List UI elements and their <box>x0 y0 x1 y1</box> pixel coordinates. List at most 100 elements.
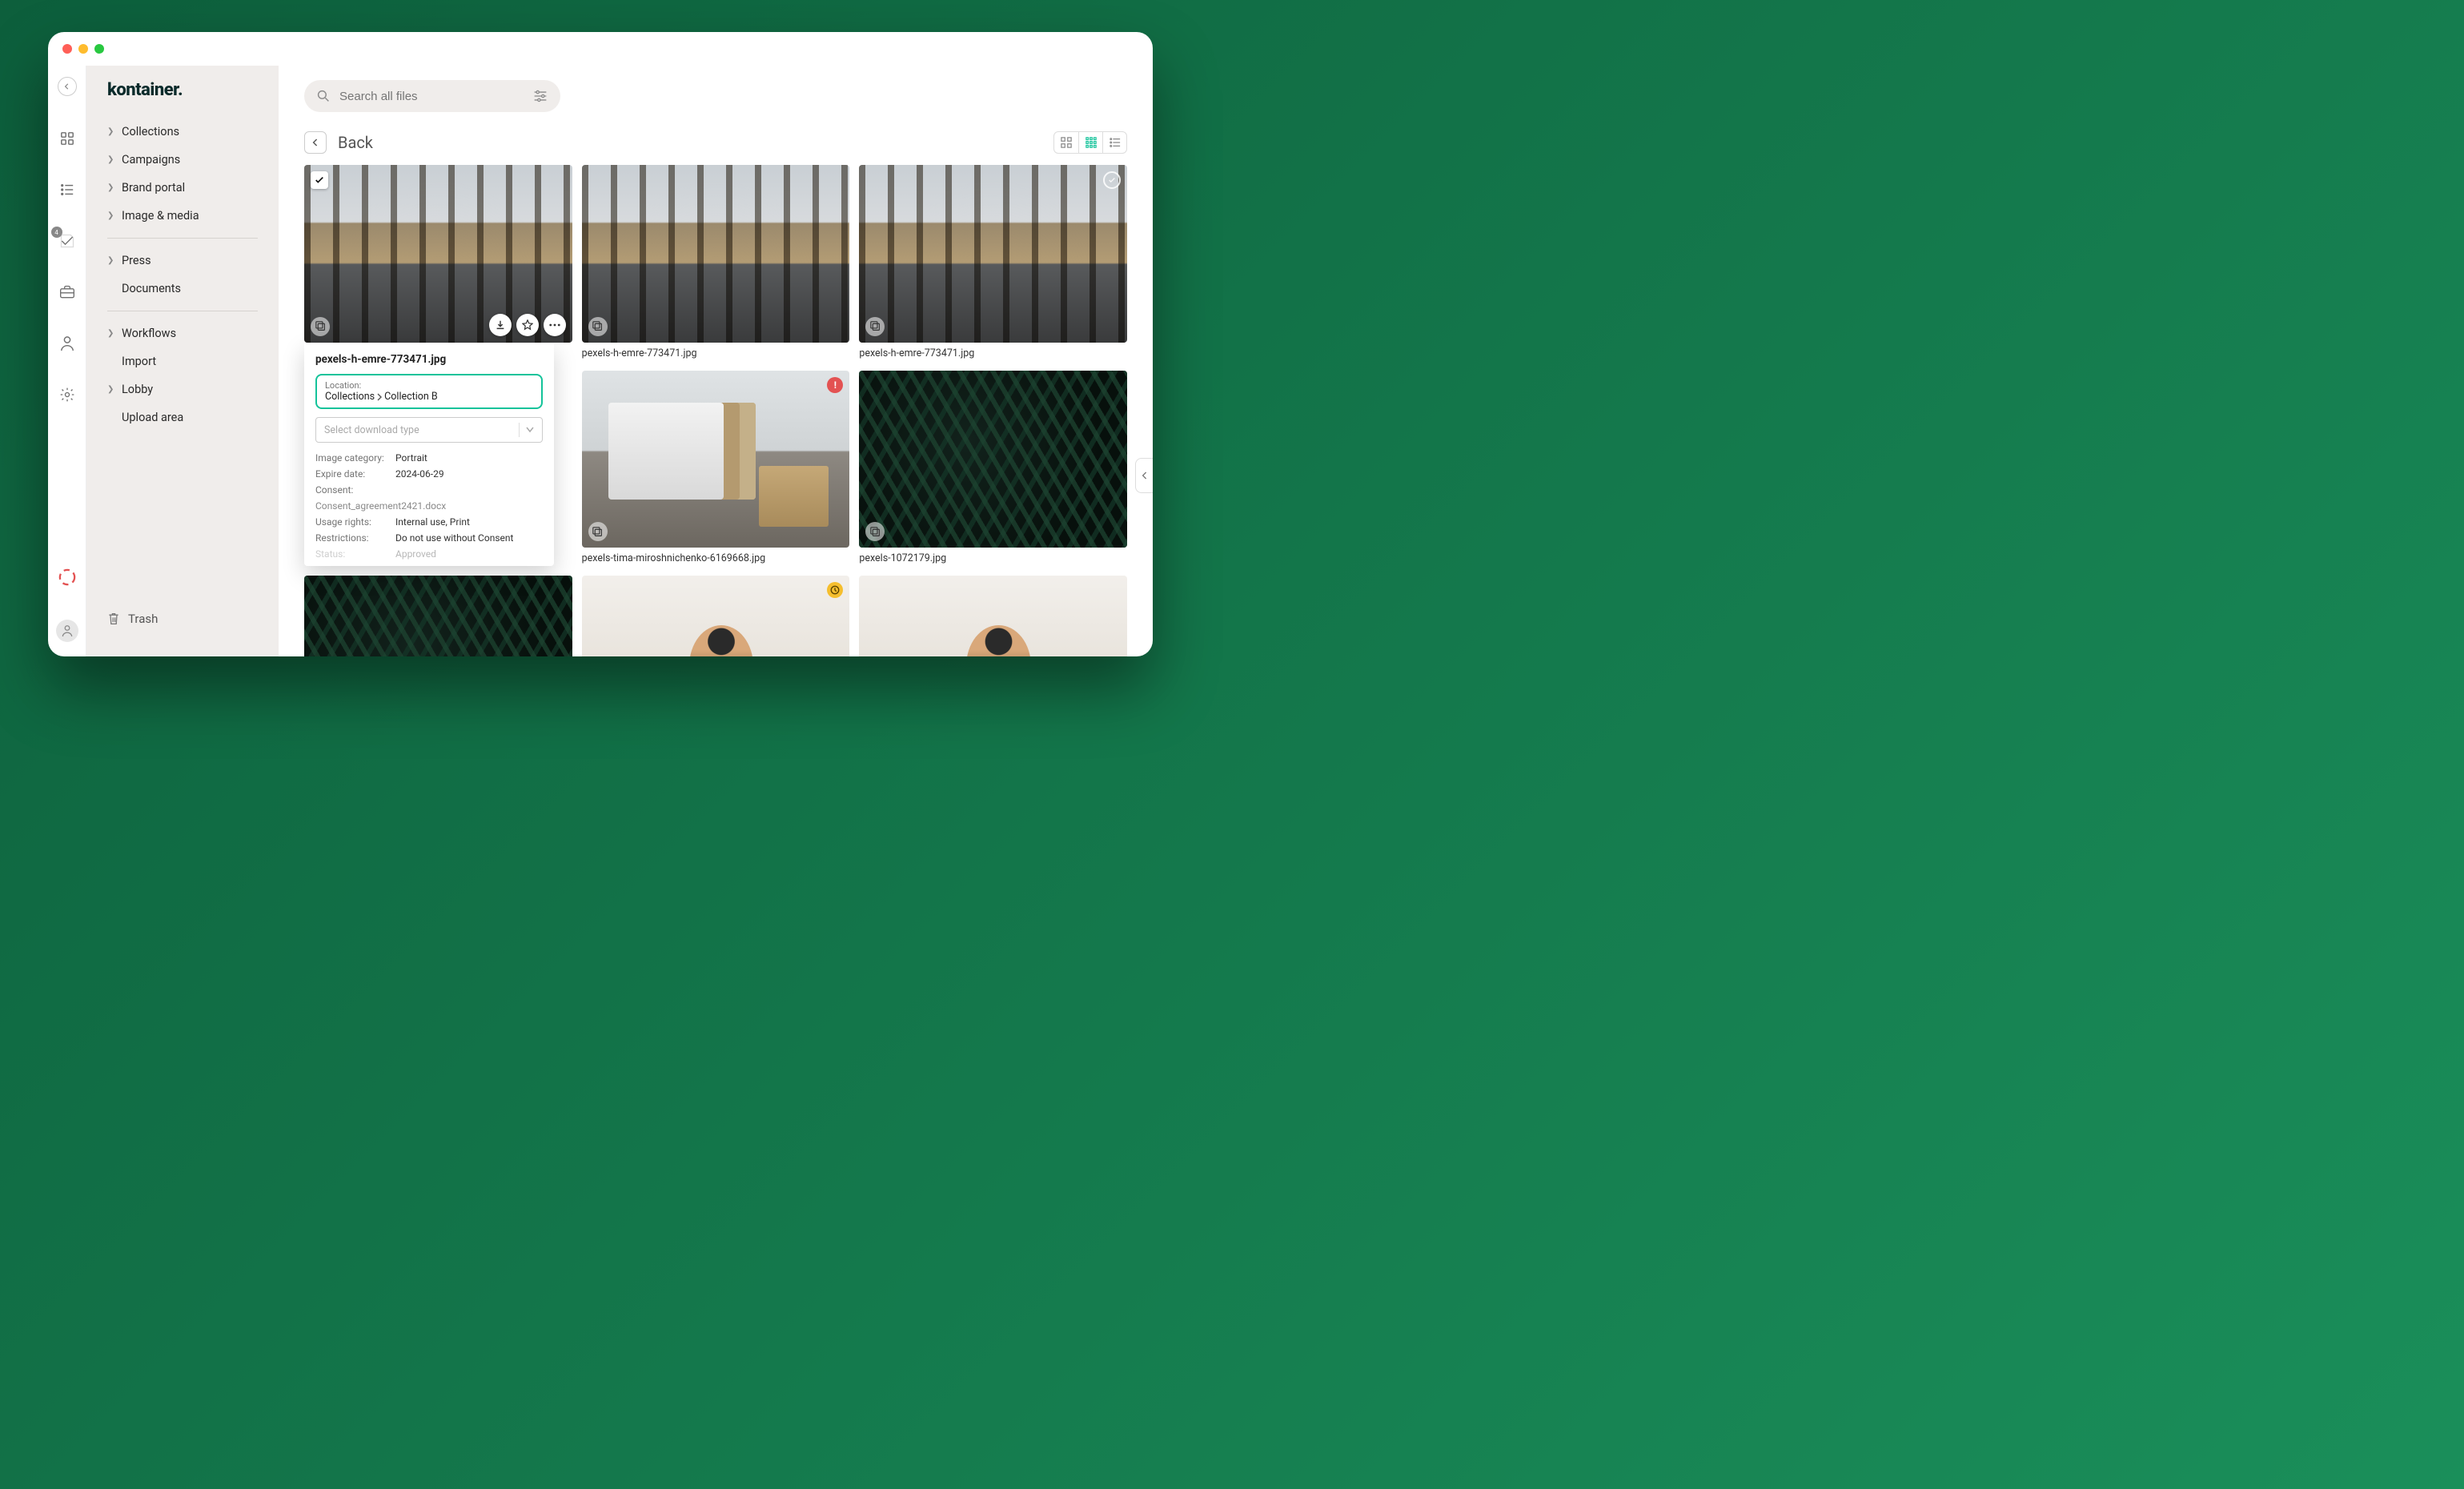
asset-thumbnail[interactable] <box>304 576 572 656</box>
asset-card[interactable] <box>304 576 572 656</box>
nav-brand-portal[interactable]: ❯Brand portal <box>93 174 272 202</box>
window-close-dot[interactable] <box>62 44 72 54</box>
asset-card[interactable]: ! pexels-tima-miroshnichenko-6169668.jpg <box>582 371 850 565</box>
asset-card[interactable]: pexels-h-emre-773471.jpg pexels-h-emre-7… <box>304 165 572 359</box>
app-window: 4 kontainer. <box>48 32 1153 656</box>
asset-card[interactable] <box>859 576 1127 656</box>
location-label: Location: <box>325 380 533 391</box>
stack-icon[interactable] <box>865 522 885 541</box>
download-button[interactable] <box>489 314 512 336</box>
trash-icon <box>107 612 120 626</box>
nav-documents[interactable]: ❯Documents <box>93 275 272 303</box>
window-titlebar <box>48 32 1153 66</box>
stack-icon[interactable] <box>311 317 330 336</box>
nav-trash[interactable]: Trash <box>86 596 279 642</box>
more-button[interactable] <box>544 314 566 336</box>
asset-grid: pexels-h-emre-773471.jpg pexels-h-emre-7… <box>304 165 1127 656</box>
account-avatar[interactable] <box>56 620 78 642</box>
asset-card[interactable]: pexels-1072179.jpg <box>859 371 1127 565</box>
search-input[interactable] <box>338 89 525 104</box>
asset-thumbnail[interactable] <box>859 165 1127 343</box>
asset-thumbnail[interactable] <box>859 371 1127 548</box>
nav-label: Collections <box>122 125 179 138</box>
rail-back-button[interactable] <box>58 77 77 96</box>
nav-campaigns[interactable]: ❯Campaigns <box>93 146 272 174</box>
nav-label: Brand portal <box>122 181 185 195</box>
asset-filename: pexels-h-emre-773471.jpg <box>859 343 1127 359</box>
nav-image-media[interactable]: ❯Image & media <box>93 202 272 230</box>
brand-logo: kontainer. <box>86 80 279 118</box>
user-icon[interactable] <box>58 335 76 352</box>
asset-thumbnail[interactable] <box>582 165 850 343</box>
select-placeholder: Select download type <box>324 424 419 436</box>
chevron-right-icon <box>376 393 383 401</box>
asset-card[interactable]: pexels-h-emre-773471.jpg <box>859 165 1127 359</box>
search-field[interactable] <box>304 80 560 112</box>
location-path[interactable]: Collections Collection B <box>325 391 533 403</box>
asset-card[interactable] <box>582 576 850 656</box>
nav-import[interactable]: ❯Import <box>93 347 272 375</box>
favorite-button[interactable] <box>516 314 539 336</box>
view-grid-small[interactable] <box>1078 132 1102 153</box>
trash-label: Trash <box>128 612 158 626</box>
back-button[interactable] <box>304 131 327 154</box>
nav-separator <box>107 238 258 239</box>
nav-label: Workflows <box>122 327 176 340</box>
download-type-select[interactable]: Select download type <box>315 417 543 443</box>
asset-thumbnail[interactable] <box>859 576 1127 656</box>
stack-icon[interactable] <box>588 522 608 541</box>
status-alert-icon: ! <box>827 377 843 393</box>
consent-file-link[interactable]: Consent_agreement2421.docx <box>315 500 543 512</box>
nav-workflows[interactable]: ❯Workflows <box>93 319 272 347</box>
asset-thumbnail[interactable] <box>582 576 850 656</box>
metadata-list: Image category:Portrait Expire date:2024… <box>315 452 543 560</box>
window-zoom-dot[interactable] <box>94 44 104 54</box>
briefcase-icon[interactable] <box>58 283 76 301</box>
asset-thumbnail[interactable]: ! <box>582 371 850 548</box>
status-pending-icon <box>827 582 843 598</box>
asset-card[interactable]: pexels-h-emre-773471.jpg <box>582 165 850 359</box>
asset-filename: pexels-tima-miroshnichenko-6169668.jpg <box>582 548 850 564</box>
help-icon[interactable] <box>58 568 76 586</box>
stack-icon[interactable] <box>865 317 885 336</box>
view-list[interactable] <box>1102 132 1126 153</box>
asset-filename: pexels-h-emre-773471.jpg <box>582 343 850 359</box>
window-minimize-dot[interactable] <box>78 44 88 54</box>
stack-icon[interactable] <box>588 317 608 336</box>
view-grid-large[interactable] <box>1054 132 1078 153</box>
nav-lobby[interactable]: ❯Lobby <box>93 375 272 403</box>
apps-icon[interactable] <box>58 130 76 147</box>
location-box: Location: Collections Collection B <box>315 374 543 409</box>
nav-collections[interactable]: ❯Collections <box>93 118 272 146</box>
topbar <box>279 66 1153 118</box>
nav-label: Image & media <box>122 209 199 223</box>
back-label: Back <box>338 133 373 152</box>
select-ring-icon[interactable] <box>1103 171 1121 189</box>
folder-nav: ❯Collections ❯Campaigns ❯Brand portal ❯I… <box>86 118 279 431</box>
view-switcher <box>1053 131 1127 154</box>
settings-icon[interactable] <box>58 386 76 403</box>
side-panel-toggle[interactable] <box>1135 458 1153 493</box>
content-header: Back <box>279 118 1153 165</box>
asset-detail-popover: pexels-h-emre-773471.jpg Location: Colle… <box>304 343 554 566</box>
nav-label: Import <box>122 355 156 368</box>
asset-grid-scroll[interactable]: pexels-h-emre-773471.jpg pexels-h-emre-7… <box>279 165 1153 656</box>
notification-badge: 4 <box>51 227 62 238</box>
selected-check-icon[interactable] <box>311 171 328 189</box>
nav-label: Lobby <box>122 383 153 396</box>
nav-label: Press <box>122 254 151 267</box>
nav-label: Upload area <box>122 411 183 424</box>
nav-press[interactable]: ❯Press <box>93 247 272 275</box>
filter-icon[interactable] <box>533 90 548 102</box>
popover-title: pexels-h-emre-773471.jpg <box>315 353 543 366</box>
approvals-icon[interactable]: 4 <box>58 232 76 250</box>
asset-filename: pexels-1072179.jpg <box>859 548 1127 564</box>
app-body: 4 kontainer. <box>48 66 1153 656</box>
chevron-down-icon <box>526 427 534 433</box>
nav-rail: 4 <box>48 66 86 656</box>
search-icon <box>317 90 330 102</box>
list-icon[interactable] <box>58 181 76 199</box>
nav-upload-area[interactable]: ❯Upload area <box>93 403 272 431</box>
asset-thumbnail[interactable] <box>304 165 572 343</box>
main-panel: Back <box>279 66 1153 656</box>
